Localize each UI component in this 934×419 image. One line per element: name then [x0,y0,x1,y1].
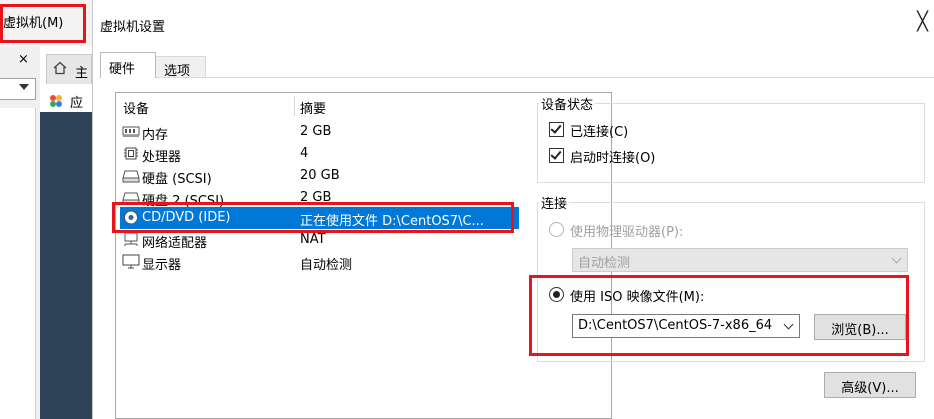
connect-at-power-on-label[interactable]: 启动时连接(O) [570,147,655,166]
device-row-cd-dvd[interactable]: CD/DVD (IDE) 正在使用文件 D:\CentOS7\C... [120,207,519,229]
tab-home-label: 主 [75,66,89,81]
apps-label: 应 [70,96,84,111]
device-name: 内存 [142,128,169,143]
dialog-tabbar: 硬件 选项 [93,52,934,79]
physical-drive-value: 自动检测 [578,256,631,271]
memory-icon [122,126,140,137]
device-name: 显示器 [142,258,182,273]
tab-options[interactable]: 选项 [155,56,206,79]
advanced-button[interactable]: 高级(V)... [824,372,916,398]
iso-image-radio[interactable] [549,287,564,302]
menu-vm[interactable]: 虚拟机(M) [3,12,63,31]
device-status-group [537,103,925,183]
vm-settings-dialog: 虚拟机设置 ╳ 硬件 选项 设备 摘要 内存 2 GB 处理器 4 硬盘 (SC… [92,0,934,419]
chevron-down-icon [783,319,794,330]
iso-path-combobox[interactable]: D:\CentOS7\CentOS-7-x86_64 [572,314,800,338]
display-icon [122,254,140,269]
hard-disk-icon [122,192,140,205]
device-summary: 2 GB [300,124,332,139]
chevron-down-icon [19,84,29,90]
device-status-label: 设备状态 [539,94,596,113]
library-tree[interactable] [0,108,36,419]
check-icon [550,148,562,160]
connection-label: 连接 [539,193,570,212]
physical-drive-select[interactable]: 自动检测 [572,248,908,272]
browse-button[interactable]: 浏览(B)... [814,314,906,340]
connected-checkbox[interactable] [549,122,564,137]
close-icon[interactable]: ╳ [917,13,928,31]
device-row-display[interactable]: 显示器 自动检测 [120,251,516,273]
chevron-down-icon [891,253,902,264]
device-name: 网络适配器 [142,236,208,251]
device-summary: 2 GB [300,190,332,205]
device-summary: 4 [300,146,309,161]
network-adapter-icon [124,232,138,246]
device-row-hard-disk[interactable]: 硬盘 (SCSI) 20 GB [120,165,516,187]
radio-dot [553,291,560,298]
device-summary: 正在使用文件 D:\CentOS7\C... [300,214,484,229]
library-close-button[interactable]: × [18,52,29,67]
cd-dvd-icon [124,210,138,225]
home-icon [53,61,67,75]
tab-hardware[interactable]: 硬件 [100,52,156,78]
device-name: CD/DVD (IDE) [142,210,231,225]
connect-at-power-on-checkbox[interactable] [549,148,564,163]
column-header-summary[interactable]: 摘要 [300,98,326,117]
check-icon [550,122,562,134]
column-header-device[interactable]: 设备 [123,98,149,117]
physical-drive-radio[interactable] [549,222,564,237]
connected-label[interactable]: 已连接(C) [570,121,628,140]
tab-home[interactable]: 主 [46,54,92,84]
device-summary: NAT [300,232,326,247]
device-row-hard-disk-2[interactable]: 硬盘 2 (SCSI) 2 GB [120,187,516,209]
iso-path-value: D:\CentOS7\CentOS-7-x86_64 [578,318,773,333]
iso-image-label[interactable]: 使用 ISO 映像文件(M): [570,286,704,305]
dialog-title: 虚拟机设置 [100,20,166,35]
device-summary: 20 GB [300,168,340,183]
device-name: 硬盘 (SCSI) [142,172,212,187]
library-search-dropdown[interactable] [0,78,36,100]
apps-icon [50,95,62,107]
device-row-processor[interactable]: 处理器 4 [120,143,516,165]
device-summary: 自动检测 [300,258,353,273]
cpu-icon [124,147,138,160]
workspace-area [40,112,92,419]
column-separator[interactable] [294,96,295,116]
device-name: 处理器 [142,150,182,165]
hard-disk-icon [122,170,140,183]
device-row-memory[interactable]: 内存 2 GB [120,121,516,143]
device-row-network-adapter[interactable]: 网络适配器 NAT [120,229,516,251]
physical-drive-label[interactable]: 使用物理驱动器(P): [570,221,683,240]
